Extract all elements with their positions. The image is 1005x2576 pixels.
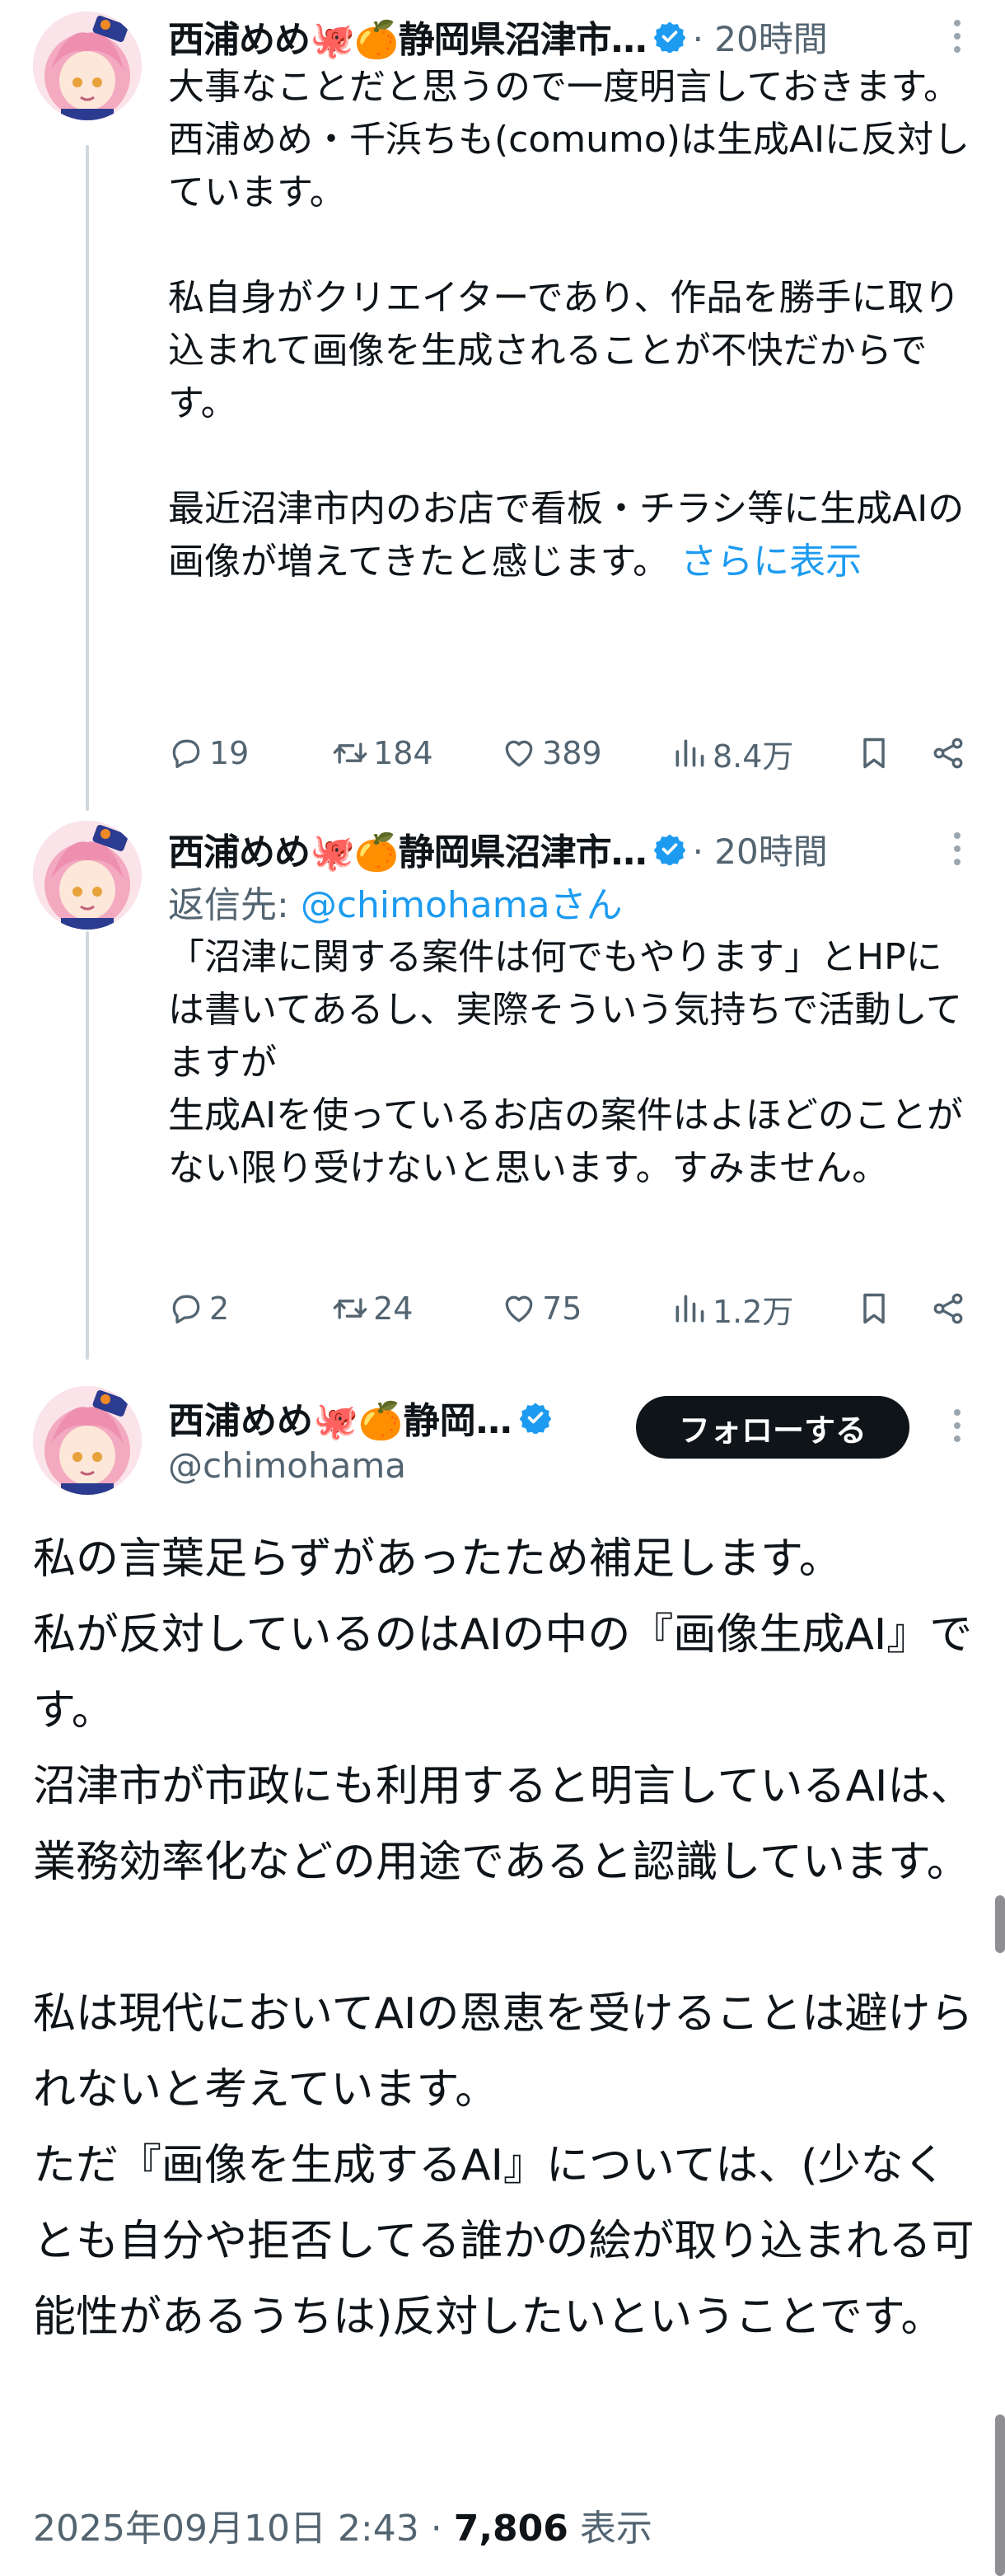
follow-button[interactable]: フォローする — [636, 1396, 909, 1459]
reply-count: 2 — [209, 1290, 230, 1327]
bookmark-button[interactable] — [856, 1290, 930, 1327]
display-name[interactable]: 西浦めめ🐙🍊静岡… — [168, 1391, 512, 1444]
reply-icon — [168, 735, 204, 771]
reply-button[interactable]: 19 — [168, 735, 332, 771]
verified-badge-icon — [653, 20, 686, 53]
retweet-button[interactable]: 24 — [332, 1290, 501, 1327]
thread-line — [86, 145, 89, 811]
like-button[interactable]: 75 — [501, 1290, 671, 1327]
thread-line — [86, 931, 89, 1360]
timestamp[interactable]: · 20時間 — [693, 824, 828, 874]
retweet-button[interactable]: 184 — [332, 735, 501, 771]
tweet-text: 「沼津に関する案件は何でもやります」とHPには書いてあるし、実際そういう気持ちで… — [168, 936, 963, 1189]
display-name[interactable]: 西浦めめ🐙🍊静岡県沼津市… — [168, 10, 647, 63]
tweet-text: 大事なことだと思うので一度明言しておきます。 西浦めめ・千浜ちも(comumo)… — [168, 66, 970, 583]
reply-icon — [168, 1290, 204, 1327]
avatar[interactable] — [33, 821, 142, 930]
share-icon — [930, 1290, 966, 1327]
reply-count: 19 — [209, 735, 250, 771]
view-count: 1.2万 — [712, 1293, 794, 1330]
tweet-date[interactable]: 2025年09月10日 2:43 · — [33, 2508, 454, 2550]
bookmark-icon — [856, 1290, 892, 1327]
main-tweet-text: 私の言葉足らずがあったため補足します。 私が反対しているのはAIの中の『画像生成… — [33, 1534, 975, 2342]
like-count: 389 — [542, 735, 602, 771]
verified-badge-icon — [519, 1401, 552, 1434]
scrollbar[interactable] — [995, 1895, 1005, 1953]
tweet-header: 西浦めめ🐙🍊静岡県沼津市… · 20時間 — [168, 822, 828, 875]
like-button[interactable]: 389 — [501, 735, 671, 771]
main-tweet-header: 西浦めめ🐙🍊静岡… @chimohama — [168, 1393, 552, 1486]
bookmark-icon — [856, 735, 892, 771]
share-button[interactable] — [930, 735, 972, 771]
views-icon — [671, 735, 708, 771]
tweet-actions: 19 184 389 8.4万 — [168, 728, 972, 778]
view-count: 8.4万 — [712, 738, 794, 775]
more-icon[interactable] — [949, 1401, 965, 1450]
views-label: 表示 — [568, 2508, 652, 2550]
display-name[interactable]: 西浦めめ🐙🍊静岡県沼津市… — [168, 822, 647, 875]
tweet-timestamp: 2025年09月10日 2:43 · 7,806 表示 — [33, 2499, 652, 2551]
avatar[interactable] — [33, 12, 142, 120]
tweet-actions: 2 24 75 1.2万 — [168, 1284, 972, 1333]
scrollbar[interactable] — [995, 2414, 1005, 2576]
views-button[interactable]: 8.4万 — [671, 731, 856, 776]
more-icon[interactable] — [949, 12, 965, 61]
show-more-link[interactable]: さらに表示 — [680, 541, 862, 583]
like-icon — [501, 735, 537, 771]
reply-to: 返信先: @chimohamaさん — [168, 884, 623, 926]
reply-to-link[interactable]: @chimohamaさん — [301, 884, 623, 926]
retweet-icon — [332, 735, 368, 771]
tweet-header: 西浦めめ🐙🍊静岡県沼津市… · 20時間 — [168, 10, 828, 63]
verified-badge-icon — [653, 832, 686, 865]
timestamp[interactable]: · 20時間 — [693, 12, 828, 62]
retweet-icon — [332, 1290, 368, 1327]
retweet-count: 24 — [373, 1290, 414, 1327]
avatar[interactable] — [33, 1386, 142, 1495]
share-button[interactable] — [930, 1290, 972, 1327]
like-icon — [501, 1290, 537, 1327]
views-icon — [671, 1290, 708, 1327]
bookmark-button[interactable] — [856, 735, 930, 771]
view-count: 7,806 — [453, 2508, 568, 2550]
more-icon[interactable] — [949, 824, 965, 873]
user-handle[interactable]: @chimohama — [168, 1445, 552, 1486]
views-button[interactable]: 1.2万 — [671, 1286, 856, 1332]
retweet-count: 184 — [373, 735, 433, 771]
share-icon — [930, 735, 966, 771]
like-count: 75 — [542, 1290, 582, 1327]
reply-button[interactable]: 2 — [168, 1290, 332, 1327]
